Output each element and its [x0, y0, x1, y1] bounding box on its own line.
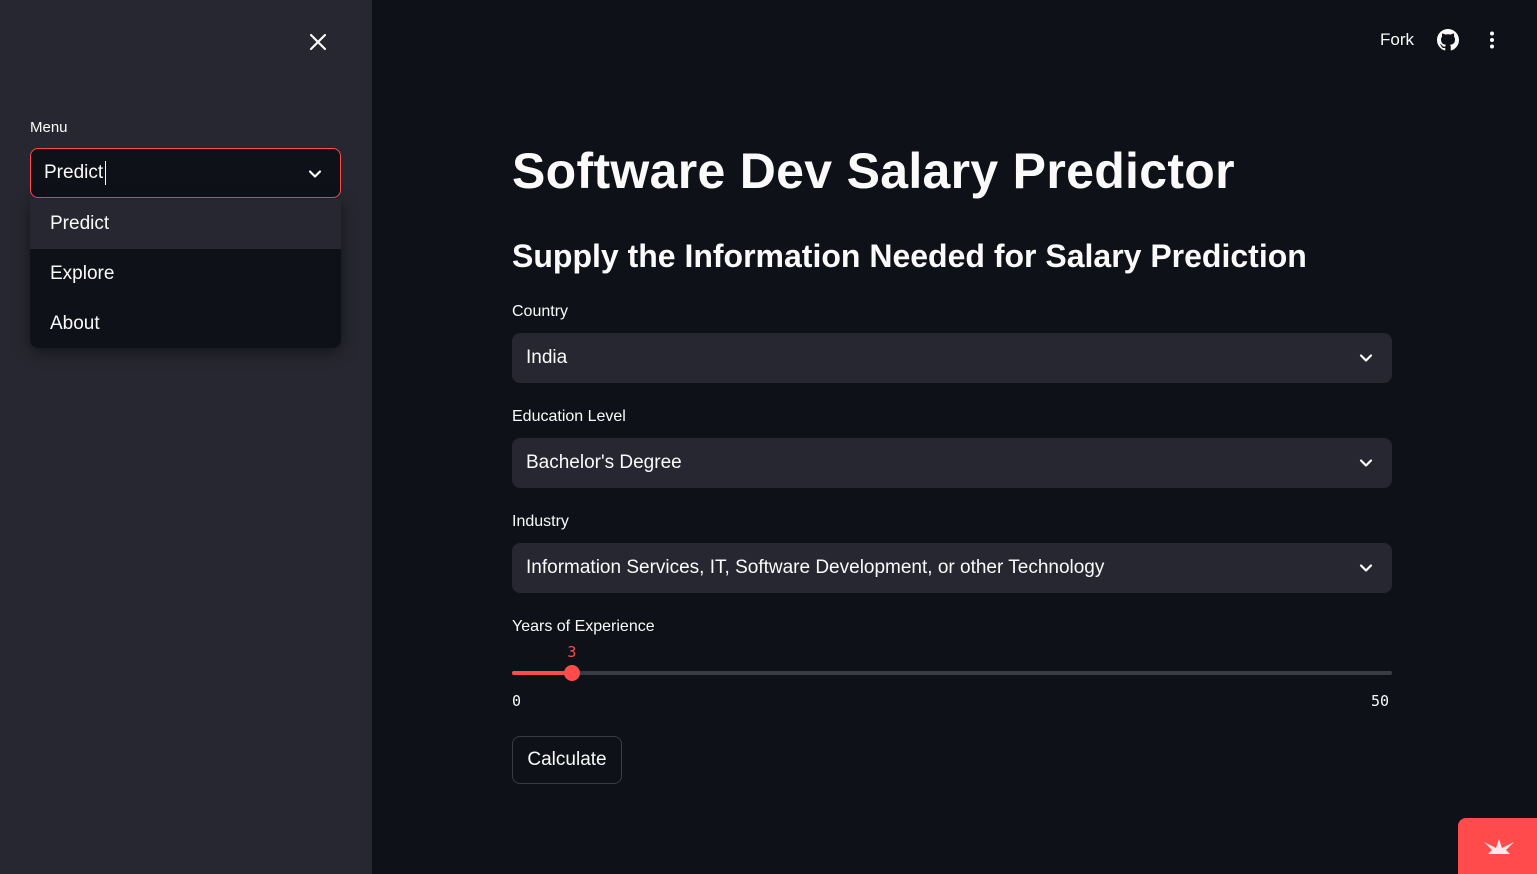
menu-select[interactable]: Predict [30, 148, 341, 198]
kebab-menu-icon [1490, 31, 1494, 49]
industry-label: Industry [512, 513, 569, 530]
close-icon [309, 33, 327, 51]
menu-option-explore[interactable]: Explore [30, 249, 341, 299]
country-label: Country [512, 303, 569, 320]
industry-select[interactable]: Information Services, IT, Software Devel… [512, 543, 1392, 593]
country-select[interactable]: India [512, 333, 1392, 383]
main-menu-button[interactable] [1482, 30, 1502, 50]
education-select[interactable]: Bachelor's Degree [512, 438, 1392, 488]
country-select-value: India [526, 347, 568, 368]
experience-slider-fill [512, 671, 572, 675]
calculate-button[interactable]: Calculate [512, 736, 622, 784]
page-title: Software Dev Salary Predictor [512, 143, 1235, 199]
menu-select-value: Predict [44, 162, 104, 183]
streamlit-boat-icon [1483, 839, 1514, 854]
education-select-value: Bachelor's Degree [526, 452, 682, 473]
experience-slider-thumb[interactable] [563, 665, 580, 681]
experience-slider-min: 0 [512, 692, 522, 710]
menu-option-predict[interactable]: Predict [30, 199, 341, 249]
industry-select-value: Information Services, IT, Software Devel… [526, 557, 1105, 578]
chevron-down-icon [1359, 354, 1373, 362]
chevron-down-icon [1359, 459, 1373, 467]
chevron-down-icon [1359, 564, 1373, 572]
experience-slider-max: 50 [1371, 692, 1390, 710]
menu-option-about[interactable]: About [30, 299, 341, 348]
text-cursor [105, 161, 107, 185]
sidebar: Menu Predict Predict Explore About [0, 0, 372, 874]
menu-dropdown: Predict Explore About [30, 199, 341, 348]
fork-button[interactable]: Fork [1380, 30, 1414, 50]
chevron-down-icon [308, 170, 322, 178]
experience-slider-value: 3 [567, 643, 577, 661]
education-label: Education Level [512, 408, 626, 425]
streamlit-badge[interactable] [1458, 818, 1537, 874]
github-button[interactable] [1437, 29, 1459, 51]
close-sidebar-button[interactable] [306, 30, 330, 54]
github-icon [1437, 29, 1459, 51]
menu-label: Menu [30, 119, 68, 136]
experience-label: Years of Experience [512, 618, 655, 635]
experience-slider-track[interactable] [512, 665, 1392, 681]
page-subtitle: Supply the Information Needed for Salary… [512, 238, 1307, 274]
